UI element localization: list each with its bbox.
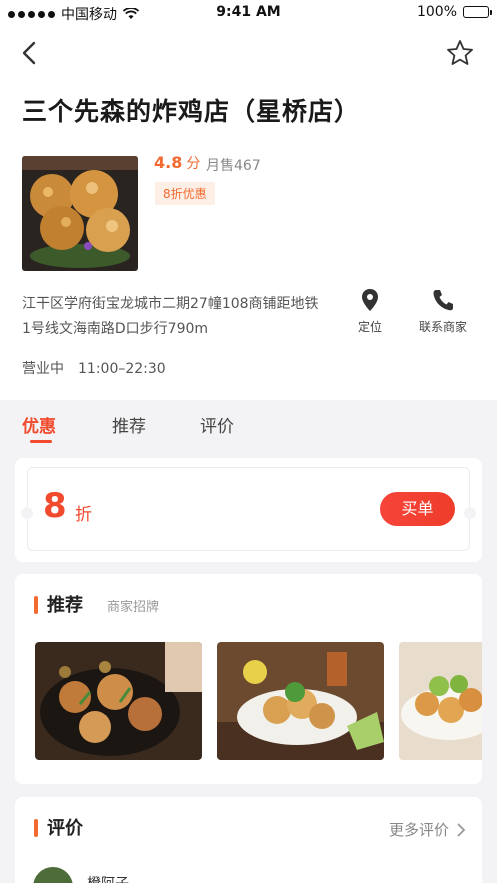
active-tab-indicator [30,440,52,443]
open-status: 营业中 [22,361,64,377]
reviews-title: 评价 [47,818,83,839]
discount-card: 8 折 买单 [15,458,482,562]
section-tabs: 优惠 推荐 评价 [0,400,497,452]
rating: 4.8 分 [154,153,200,173]
recommend-card: 推荐 商家招牌 [15,574,482,784]
discount-tag: 8折优惠 [155,182,215,205]
dish-photo[interactable] [35,642,202,760]
opening-hours: 营业中 11:00–22:30 [22,358,180,378]
pay-button[interactable]: 买单 [380,492,455,526]
rating-unit: 分 [186,156,201,172]
contact-label: 联系商家 [418,320,467,334]
dish-photo[interactable] [217,642,384,760]
coupon-value: 8 [43,486,67,526]
chevron-right-icon [457,823,466,836]
status-bar: 中国移动 9:41 AM 100% [0,0,497,26]
section-accent-bar [34,819,38,837]
coupon-notch-right [464,507,476,519]
tab-recommend[interactable]: 推荐 [112,412,146,437]
tab-discount[interactable]: 优惠 [22,412,56,437]
coupon: 8 折 买单 [21,467,476,551]
section-accent-bar [34,596,38,614]
locate-button[interactable]: 定位 [352,288,388,335]
shop-name: 三个先森的炸鸡店（星桥店） [22,97,361,126]
phone-icon [433,290,453,311]
status-right: 100% [416,4,492,20]
coupon-unit: 折 [75,505,92,525]
hours-range: 11:00–22:30 [78,361,166,377]
more-reviews-link[interactable]: 更多评价 [389,819,466,840]
recommend-subtitle: 商家招牌 [107,600,160,615]
monthly-sales: 月售467 [206,158,261,174]
dish-photo[interactable] [399,642,482,760]
rating-value: 4.8 [154,153,183,172]
battery-percent: 100% [416,4,457,20]
locate-label: 定位 [357,320,382,334]
map-pin-icon [362,289,378,311]
tab-reviews[interactable]: 评价 [200,412,234,437]
star-outline-icon[interactable] [445,38,475,68]
recommend-title: 推荐 [47,595,83,616]
shop-header: 三个先森的炸鸡店（星桥店） 4.8 分 月售467 8折优惠 江干区学府街宝龙城市… [0,26,497,400]
recommend-strip[interactable] [35,642,482,760]
chevron-left-icon[interactable] [18,40,42,66]
avatar[interactable] [33,867,73,883]
contact-button[interactable]: 联系商家 [414,288,472,335]
reviewer-name[interactable]: 橙阿子 [87,873,129,883]
shop-photo [22,156,138,271]
reviews-card: 评价 更多评价 橙阿子 [15,797,482,883]
coupon-notch-left [21,507,33,519]
shop-address: 江干区学府街宝龙城市二期27幢108商铺距地铁1号线文海南路D口步行790m [22,296,319,337]
more-reviews-label: 更多评价 [388,821,449,839]
battery-icon [463,6,492,18]
